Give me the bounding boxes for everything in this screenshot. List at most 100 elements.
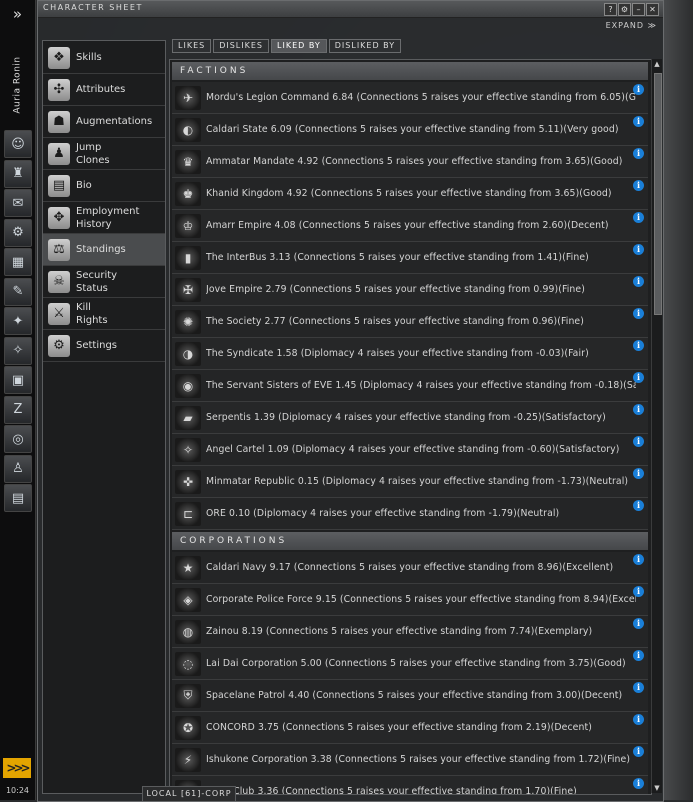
info-icon[interactable]: i — [633, 586, 644, 597]
faction-logo-icon: ✜ — [175, 469, 201, 494]
clock: 10:24 — [5, 786, 30, 795]
tab-dislikes[interactable]: DISLIKES — [213, 39, 269, 53]
people-icon[interactable]: ♜ — [4, 159, 32, 188]
info-icon[interactable]: i — [633, 372, 644, 383]
nav-item-label: Kill Rights — [76, 301, 108, 326]
help-icon[interactable]: ◎ — [4, 425, 32, 453]
standing-text: Ammatar Mandate 4.92 (Connections 5 rais… — [206, 156, 623, 167]
standing-row[interactable]: ✠ Jove Empire 2.79 (Connections 5 raises … — [172, 274, 648, 306]
starmap-icon[interactable]: ✧ — [4, 336, 32, 365]
options-icon[interactable]: ⚙ — [618, 3, 631, 16]
info-icon[interactable]: i — [633, 340, 644, 351]
scroll-thumb[interactable] — [654, 73, 662, 315]
standing-row[interactable]: ⚡ Ishukone Corporation 3.38 (Connections … — [172, 744, 648, 776]
standing-text: The Society 2.77 (Connections 5 raises y… — [206, 316, 584, 327]
window-titlebar[interactable]: CHARACTER SHEET ? ⚙ – ✕ — [38, 1, 663, 18]
character-portrait-icon[interactable]: ☺ — [4, 130, 32, 158]
tab-disliked-by[interactable]: DISLIKED BY — [328, 39, 402, 53]
info-icon[interactable]: i — [633, 308, 644, 319]
notepad-icon[interactable]: ✎ — [4, 277, 32, 306]
nav-item-kill-rights[interactable]: ⚔ Kill Rights — [43, 298, 165, 330]
standing-row[interactable]: ✺ The Society 2.77 (Connections 5 raises … — [172, 306, 648, 338]
info-icon[interactable]: i — [633, 714, 644, 725]
info-icon[interactable]: i — [633, 436, 644, 447]
tab-liked-by[interactable]: LIKED BY — [271, 39, 327, 53]
standings-list[interactable]: FACTIONS ✈ Mordu's Legion Command 6.84 (Co… — [169, 59, 652, 795]
section-header-factions[interactable]: FACTIONS — [172, 62, 648, 80]
inventory-icon[interactable]: ▣ — [4, 366, 32, 394]
skills-icon: ❖ — [48, 46, 70, 69]
standing-row[interactable]: ⛨ Spacelane Patrol 4.40 (Connections 5 ra… — [172, 680, 648, 712]
expand-button[interactable]: EXPAND ≫ — [606, 21, 657, 30]
info-icon[interactable]: i — [633, 404, 644, 415]
standing-row[interactable]: ◉ The Servant Sisters of EVE 1.45 (Diplom… — [172, 370, 648, 402]
standing-row[interactable]: ◑ The Syndicate 1.58 (Diplomacy 4 raises … — [172, 338, 648, 370]
section-header-corporations[interactable]: CORPORATIONS — [172, 532, 648, 550]
info-icon[interactable]: i — [633, 212, 644, 223]
local-chat-tab[interactable]: LOCAL [61]-CORP — [142, 786, 236, 801]
character-name-label[interactable]: Auria Ronin — [0, 40, 35, 130]
info-icon[interactable]: i — [633, 244, 644, 255]
info-icon[interactable]: i — [633, 276, 644, 287]
standing-row[interactable]: ◍ Zainou 8.19 (Connections 5 raises your … — [172, 616, 648, 648]
nav-item-skills[interactable]: ❖ Skills — [43, 42, 165, 74]
info-icon[interactable]: i — [633, 468, 644, 479]
market-icon[interactable]: ▦ — [4, 248, 32, 276]
info-icon[interactable]: i — [633, 778, 644, 789]
nav-item-bio[interactable]: ▤ Bio — [43, 170, 165, 202]
info-icon[interactable]: i — [633, 682, 644, 693]
standing-row[interactable]: ✪ CONCORD 3.75 (Connections 5 raises your… — [172, 712, 648, 744]
standing-row[interactable]: ▰ Serpentis 1.39 (Diplomacy 4 raises your… — [172, 402, 648, 434]
standing-text: ORE 0.10 (Diplomacy 4 raises your effect… — [206, 508, 560, 519]
nav-item-augmentations[interactable]: ☗ Augmentations — [43, 106, 165, 138]
close-icon[interactable]: ✕ — [646, 3, 659, 16]
nav-item-label: Jump Clones — [76, 141, 110, 166]
standing-row[interactable]: ▮ The InterBus 3.13 (Connections 5 raises… — [172, 242, 648, 274]
nav-item-attributes[interactable]: ✣ Attributes — [43, 74, 165, 106]
faction-logo-icon: ▰ — [175, 405, 201, 430]
standing-row[interactable]: ♔ Amarr Empire 4.08 (Connections 5 raises… — [172, 210, 648, 242]
tab-likes[interactable]: LIKES — [172, 39, 212, 53]
standing-text: Spacelane Patrol 4.40 (Connections 5 rai… — [206, 690, 623, 701]
nav-item-standings[interactable]: ⚖ Standings — [43, 234, 165, 266]
nav-item-jump-clones[interactable]: ♟ Jump Clones — [43, 138, 165, 170]
info-icon[interactable]: i — [633, 148, 644, 159]
standing-row[interactable]: ⊏ ORE 0.10 (Diplomacy 4 raises your effec… — [172, 498, 648, 530]
scroll-up-icon[interactable]: ▲ — [652, 59, 662, 69]
standing-row[interactable]: ◐ Caldari State 6.09 (Connections 5 raise… — [172, 114, 648, 146]
info-icon[interactable]: i — [633, 84, 644, 95]
info-icon[interactable]: i — [633, 618, 644, 629]
warning-chevron-icon[interactable]: >>> — [3, 758, 31, 778]
standing-row[interactable]: ◬...tile Club 3.36 (Connections 5 raises… — [172, 776, 648, 794]
minimize-icon[interactable]: – — [632, 3, 645, 16]
scroll-down-icon[interactable]: ▼ — [652, 783, 662, 793]
bio-icon: ▤ — [48, 174, 70, 197]
standing-row[interactable]: ★ Caldari Navy 9.17 (Connections 5 raises… — [172, 552, 648, 584]
agents-icon[interactable]: ♙ — [4, 454, 32, 483]
standing-row[interactable]: ◈ Corporate Police Force 9.15 (Connection… — [172, 584, 648, 616]
standing-row[interactable]: ♛ Ammatar Mandate 4.92 (Connections 5 rai… — [172, 146, 648, 178]
info-icon[interactable]: i — [633, 180, 644, 191]
nav-item-security-status[interactable]: ☠ Security Status — [43, 266, 165, 298]
skills-icon[interactable]: Z — [4, 395, 32, 424]
info-icon[interactable]: i — [633, 650, 644, 661]
map-icon[interactable]: ✦ — [4, 307, 32, 335]
info-icon[interactable]: i — [633, 116, 644, 127]
journal-icon[interactable]: ▤ — [4, 484, 32, 512]
info-icon[interactable]: i — [633, 500, 644, 511]
standing-row[interactable]: ♚ Khanid Kingdom 4.92 (Connections 5 rais… — [172, 178, 648, 210]
faction-logo-icon: ★ — [175, 555, 201, 580]
help-icon[interactable]: ? — [604, 3, 617, 16]
standing-row[interactable]: ✜ Minmatar Republic 0.15 (Diplomacy 4 rai… — [172, 466, 648, 498]
info-icon[interactable]: i — [633, 554, 644, 565]
standing-row[interactable]: ✧ Angel Cartel 1.09 (Diplomacy 4 raises y… — [172, 434, 648, 466]
standing-row[interactable]: ◌ Lai Dai Corporation 5.00 (Connections 5… — [172, 648, 648, 680]
neocom-toggle-button[interactable]: » — [0, 0, 35, 28]
mail-icon[interactable]: ✉ — [4, 189, 32, 217]
info-icon[interactable]: i — [633, 746, 644, 757]
nav-item-settings[interactable]: ⚙ Settings — [43, 330, 165, 362]
standing-row[interactable]: ✈ Mordu's Legion Command 6.84 (Connection… — [172, 82, 648, 114]
fitting-icon[interactable]: ⚙ — [4, 218, 32, 247]
nav-item-employment-history[interactable]: ✥ Employment History — [43, 202, 165, 234]
scrollbar[interactable]: ▲ ▼ — [651, 59, 662, 793]
